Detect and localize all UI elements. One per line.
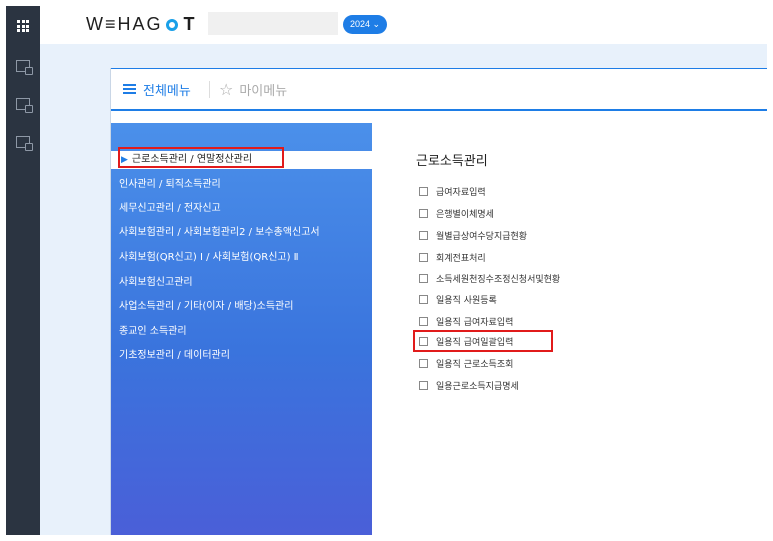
category-item-business-income[interactable]: 사업소득관리 / 기타(이자 / 배당)소득관리 <box>119 298 293 316</box>
tax-doc-button[interactable] <box>6 90 40 118</box>
highlight-box-submenu <box>413 330 553 352</box>
external-link-icon <box>419 230 428 240</box>
app-window: W≡HAG T 2024 ⌄ 전체메뉴 ☆ 마이메뉴 ▶ 근로소득관리 / 연말정… <box>6 6 767 535</box>
external-link-icon <box>419 273 428 283</box>
settings-doc-button[interactable] <box>6 128 40 156</box>
category-list: ▶ 근로소득관리 / 연말정산관리 인사관리 / 퇴직소득관리 세무신고관리 / … <box>111 123 372 535</box>
submenu-item-label: 급여자료입력 <box>436 187 486 198</box>
tab-divider <box>209 81 210 98</box>
submenu-item[interactable]: 일용직 급여자료입력 <box>419 312 513 330</box>
submenu-item[interactable]: 일용근로소득지급명세 <box>419 376 519 394</box>
logo-prefix: W≡HAG <box>86 14 163 34</box>
category-item-basic-info[interactable]: 기초정보관리 / 데이터관리 <box>119 347 230 365</box>
star-icon: ☆ <box>219 79 234 99</box>
year-selector[interactable]: 2024 ⌄ <box>343 15 387 34</box>
tab-my-menu[interactable]: ☆ 마이메뉴 <box>219 79 287 99</box>
tab-all-menu-label: 전체메뉴 <box>143 83 191 99</box>
hamburger-icon <box>123 82 136 96</box>
apps-grid-button[interactable] <box>6 12 40 40</box>
submenu-item-label: 소득세원천징수조정신청서및현황 <box>436 274 561 285</box>
submenu-item[interactable]: 일용직 사원등록 <box>419 290 497 308</box>
submenu-item[interactable]: 급여자료입력 <box>419 182 486 200</box>
company-selector[interactable] <box>208 12 338 35</box>
category-item-tax-report[interactable]: 세무신고관리 / 전자신고 <box>119 200 221 218</box>
top-bar: W≡HAG T 2024 ⌄ <box>40 6 767 44</box>
external-link-icon <box>419 252 428 262</box>
person-doc-icon <box>16 60 33 75</box>
submenu-item[interactable]: 월별급상여수당지급현황 <box>419 226 527 244</box>
submenu-item[interactable]: 소득세원천징수조정신청서및현황 <box>419 269 560 287</box>
category-item-social-insurance[interactable]: 사회보험관리 / 사회보험관리2 / 보수총액신고서 <box>119 224 320 242</box>
tax-doc-icon <box>16 98 33 113</box>
menu-tab-header: 전체메뉴 ☆ 마이메뉴 <box>111 68 767 111</box>
submenu-item[interactable]: 회계전표처리 <box>419 248 486 266</box>
external-link-icon <box>419 358 428 368</box>
submenu-item-label: 회계전표처리 <box>436 253 486 264</box>
submenu-item[interactable]: 일용직 근로소득조회 <box>419 354 513 372</box>
category-item-religious-income[interactable]: 종교인 소득관리 <box>119 323 187 341</box>
person-doc-button[interactable] <box>6 52 40 80</box>
highlight-box-category <box>118 147 284 168</box>
all-menu-panel: 전체메뉴 ☆ 마이메뉴 ▶ 근로소득관리 / 연말정산관리 인사관리 / 퇴직소득… <box>110 68 767 535</box>
logo-circle-icon <box>165 18 178 31</box>
category-item-social-insurance-qr[interactable]: 사회보험(QR신고) Ⅰ / 사회보험(QR신고) Ⅱ <box>119 249 299 267</box>
submenu-item-label: 은행별이체명세 <box>436 209 494 220</box>
category-item-social-insurance-report[interactable]: 사회보험신고관리 <box>119 274 193 292</box>
submenu-item-label: 일용직 근로소득조회 <box>436 359 514 370</box>
tab-my-menu-label: 마이메뉴 <box>239 83 288 99</box>
settings-doc-icon <box>16 136 33 151</box>
submenu-item-label: 일용직 급여자료입력 <box>436 317 514 328</box>
external-link-icon <box>419 380 428 390</box>
submenu-item-label: 일용직 사원등록 <box>436 295 497 306</box>
external-link-icon <box>419 186 428 196</box>
wehago-logo[interactable]: W≡HAG T <box>86 14 197 35</box>
submenu-item-label: 월별급상여수당지급현황 <box>436 231 528 242</box>
left-rail <box>6 6 40 535</box>
external-link-icon <box>419 294 428 304</box>
apps-grid-icon <box>17 20 29 32</box>
submenu-item[interactable]: 은행별이체명세 <box>419 204 494 222</box>
submenu-item-label: 일용근로소득지급명세 <box>436 381 519 392</box>
external-link-icon <box>419 316 428 326</box>
tab-all-menu[interactable]: 전체메뉴 <box>123 79 191 99</box>
category-item-hr[interactable]: 인사관리 / 퇴직소득관리 <box>119 176 221 194</box>
logo-suffix: T <box>183 14 197 34</box>
submenu-title: 근로소득관리 <box>416 154 488 169</box>
external-link-icon <box>419 208 428 218</box>
